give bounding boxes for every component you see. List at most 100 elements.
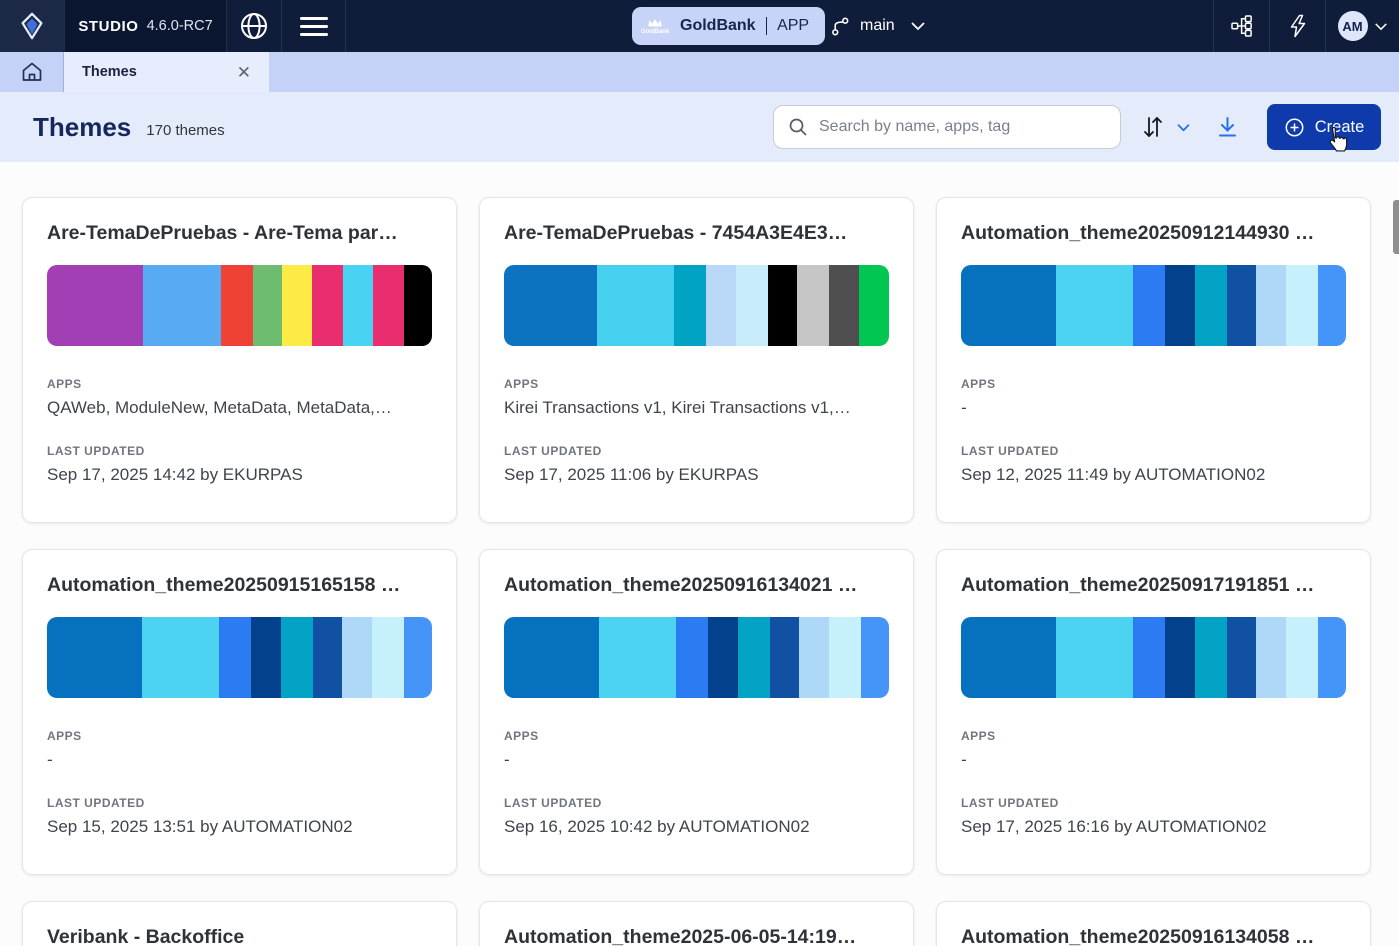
apps-label: APPS — [504, 377, 889, 391]
theme-title: Automation_theme20250912144930 … — [961, 222, 1346, 245]
apps-label: APPS — [47, 377, 432, 391]
palette-segment — [504, 265, 597, 346]
page-title: Themes — [33, 112, 131, 143]
palette-segment — [1133, 617, 1165, 698]
updated-value: Sep 17, 2025 14:42 by EKURPAS — [47, 465, 432, 485]
updated-label: LAST UPDATED — [504, 796, 889, 810]
theme-card[interactable]: Automation_theme20250916134021 … APPS - … — [479, 549, 914, 875]
updated-value: Sep 17, 2025 16:16 by AUTOMATION02 — [961, 817, 1346, 837]
themes-content: Are-TemaDePruebas - Are-Tema par… APPS Q… — [0, 162, 1399, 946]
palette-segment — [1165, 617, 1195, 698]
apps-value: Kirei Transactions v1, Kirei Transaction… — [504, 398, 889, 418]
create-button[interactable]: Create — [1267, 104, 1381, 150]
app-name: GoldBank — [680, 17, 756, 35]
theme-card[interactable]: Automation_theme20250917191851 … APPS - … — [936, 549, 1371, 875]
close-tab-icon[interactable]: ✕ — [233, 62, 255, 83]
sitemap-icon — [1230, 14, 1254, 38]
apps-label: APPS — [961, 729, 1346, 743]
theme-card[interactable]: Are-TemaDePruebas - Are-Tema par… APPS Q… — [22, 197, 457, 523]
branch-chevron-icon — [910, 21, 926, 31]
search-box[interactable] — [773, 105, 1121, 149]
apps-label: APPS — [47, 729, 432, 743]
palette-segment — [251, 617, 281, 698]
theme-palette — [961, 265, 1346, 346]
apps-value: - — [961, 750, 1346, 770]
brand-name: STUDIO — [78, 18, 138, 35]
app-suffix: APP — [777, 17, 809, 35]
palette-segment — [799, 617, 829, 698]
navbar-right: AM — [1213, 0, 1399, 52]
themes-count: 170 themes — [146, 122, 224, 139]
palette-segment — [221, 265, 253, 346]
theme-palette — [47, 265, 432, 346]
palette-segment — [281, 617, 313, 698]
search-icon — [788, 117, 808, 137]
themes-grid: Are-TemaDePruebas - Are-Tema par… APPS Q… — [22, 197, 1371, 946]
home-icon — [20, 60, 44, 84]
palette-segment — [313, 617, 343, 698]
hamburger-icon — [300, 17, 328, 36]
branch-selector[interactable]: main — [830, 0, 926, 52]
download-button[interactable] — [1216, 115, 1239, 139]
theme-palette — [961, 617, 1346, 698]
palette-segment — [674, 265, 706, 346]
theme-card[interactable]: Veribank - Backoffice — [22, 901, 457, 946]
palette-segment — [219, 617, 251, 698]
tab-label: Themes — [82, 64, 233, 80]
apps-value: - — [47, 750, 432, 770]
quick-actions-button[interactable] — [1269, 0, 1325, 52]
main-menu-button[interactable] — [282, 0, 346, 52]
create-button-label: Create — [1315, 118, 1365, 137]
user-avatar: AM — [1338, 11, 1368, 41]
user-menu[interactable]: AM — [1325, 0, 1399, 52]
updated-value: Sep 17, 2025 11:06 by EKURPAS — [504, 465, 889, 485]
tab-themes[interactable]: Themes ✕ — [64, 52, 269, 92]
studio-brand: STUDIO 4.6.0-RC7 — [64, 0, 227, 52]
search-input[interactable] — [819, 118, 1106, 136]
theme-card[interactable]: Automation_theme20250912144930 … APPS - … — [936, 197, 1371, 523]
theme-card[interactable]: Automation_theme20250916134058 … — [936, 901, 1371, 946]
theme-title: Automation_theme2025-06-05-14:19… — [504, 926, 889, 946]
sort-control[interactable] — [1142, 114, 1191, 140]
palette-segment — [1195, 617, 1227, 698]
sort-chevron-icon — [1176, 123, 1191, 132]
gem-logo-icon — [17, 11, 47, 41]
theme-card[interactable]: Automation_theme20250915165158 … APPS - … — [22, 549, 457, 875]
palette-segment — [1318, 617, 1346, 698]
language-button[interactable] — [227, 0, 282, 52]
palette-segment — [1318, 265, 1346, 346]
palette-segment — [1256, 617, 1286, 698]
theme-palette — [47, 617, 432, 698]
chip-divider — [766, 17, 768, 35]
palette-segment — [253, 265, 283, 346]
palette-segment — [404, 617, 432, 698]
palette-segment — [47, 617, 142, 698]
updated-label: LAST UPDATED — [961, 444, 1346, 458]
palette-segment — [599, 617, 677, 698]
palette-segment — [1165, 265, 1195, 346]
user-chevron-icon — [1374, 22, 1388, 31]
sort-arrows-icon — [1142, 114, 1164, 140]
home-tab[interactable] — [0, 52, 64, 92]
palette-segment — [1195, 265, 1227, 346]
app-selector[interactable]: GoldBank GoldBank APP — [632, 7, 825, 45]
theme-title: Automation_theme20250915165158 … — [47, 574, 432, 597]
apps-label: APPS — [504, 729, 889, 743]
theme-card[interactable]: Automation_theme2025-06-05-14:19… — [479, 901, 914, 946]
apps-label: APPS — [961, 377, 1346, 391]
palette-segment — [142, 617, 220, 698]
theme-card[interactable]: Are-TemaDePruebas - 7454A3E4E3… APPS Kir… — [479, 197, 914, 523]
theme-title: Are-TemaDePruebas - 7454A3E4E3… — [504, 222, 889, 245]
vertical-scrollbar[interactable] — [1393, 200, 1399, 254]
updated-value: Sep 12, 2025 11:49 by AUTOMATION02 — [961, 465, 1346, 485]
sitemap-button[interactable] — [1213, 0, 1269, 52]
palette-segment — [708, 617, 738, 698]
apps-value: - — [504, 750, 889, 770]
palette-segment — [504, 617, 599, 698]
globe-icon — [238, 10, 270, 42]
palette-segment — [1256, 265, 1286, 346]
palette-segment — [1286, 617, 1318, 698]
studio-logo[interactable] — [0, 0, 64, 52]
updated-value: Sep 15, 2025 13:51 by AUTOMATION02 — [47, 817, 432, 837]
palette-segment — [312, 265, 344, 346]
